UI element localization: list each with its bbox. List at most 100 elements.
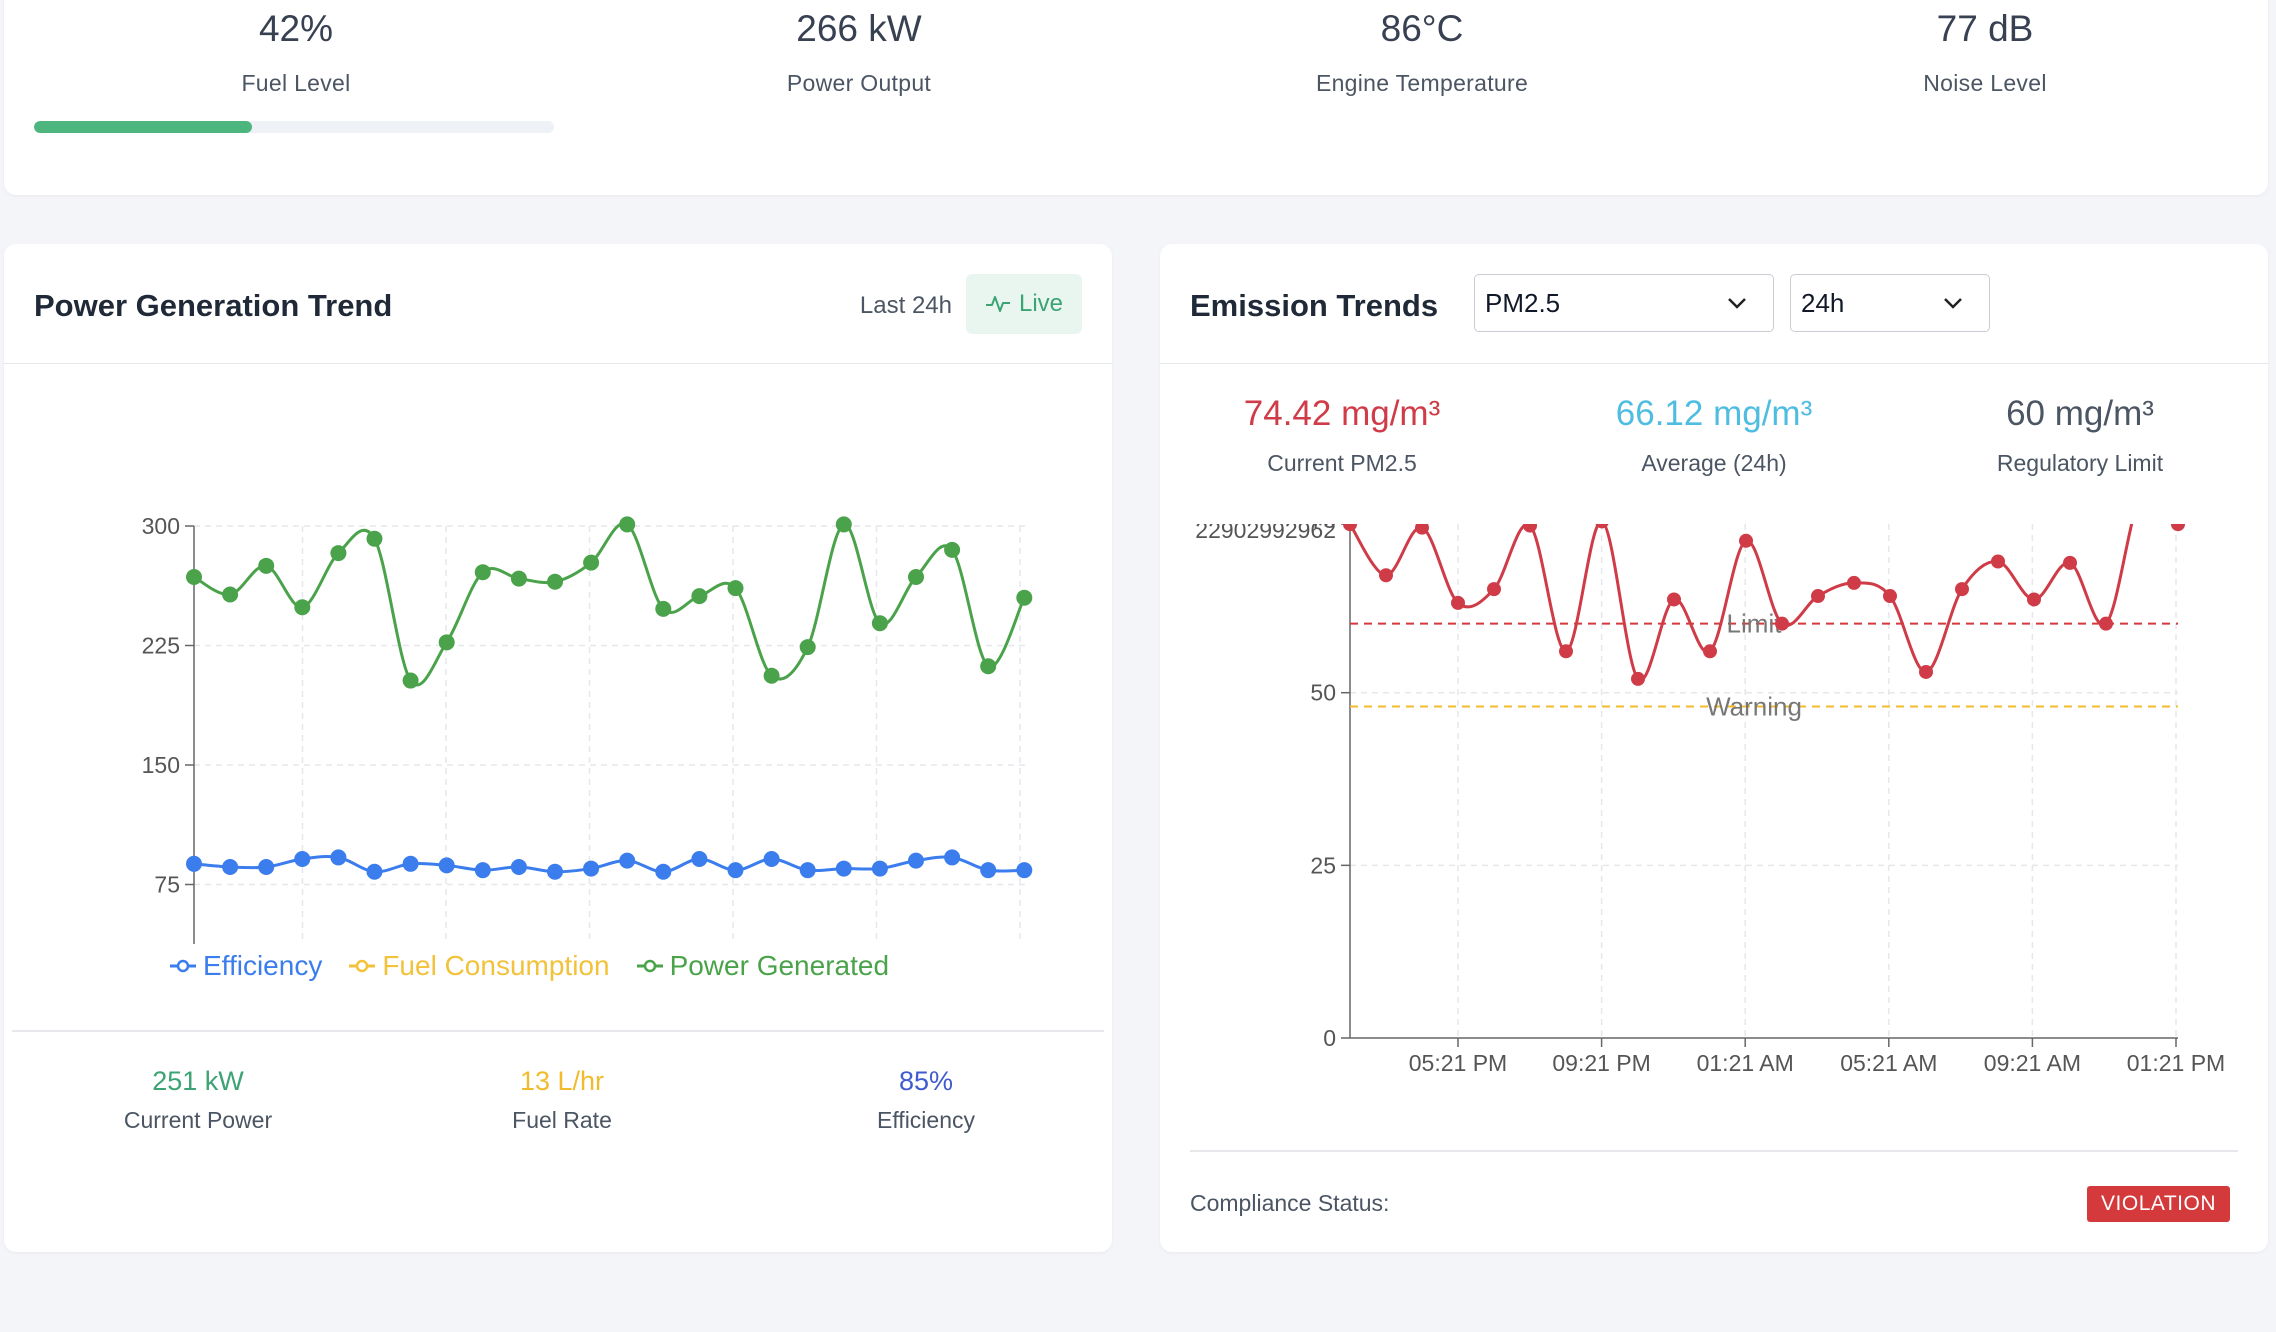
data-point [835, 860, 852, 877]
legend-item-power-generated[interactable]: Power Generated [636, 950, 889, 982]
data-point [1016, 589, 1033, 606]
data-point [402, 855, 419, 872]
data-point [1775, 616, 1789, 631]
time-window-select[interactable]: 24h [1790, 274, 1990, 332]
emission-card-header: Emission Trends PM2.5 24h [1160, 244, 2268, 364]
data-point [583, 554, 600, 571]
current-power-stat: 251 kW Current Power [48, 1066, 348, 1134]
data-point [655, 600, 672, 617]
y-tick-label: 75 [154, 872, 180, 898]
current-power-value: 251 kW [152, 1066, 244, 1096]
data-point [474, 862, 491, 879]
data-point [186, 855, 202, 872]
data-point [258, 858, 275, 875]
emission-trend-chart: 02550752290299296205:21 PM09:21 PM01:21 … [1195, 524, 2225, 1076]
activity-icon [985, 296, 1010, 312]
legend-marker-efficiency [170, 959, 196, 973]
x-tick-label: 05:21 AM [1840, 1050, 1937, 1076]
data-point [1487, 582, 1501, 597]
pollutant-select-value: PM2.5 [1485, 287, 1561, 318]
time-window-select-value: 24h [1801, 287, 1845, 318]
emission-card-divider [1190, 1150, 2238, 1152]
data-point [258, 557, 275, 574]
data-point [222, 586, 239, 603]
data-point [2027, 592, 2041, 607]
data-point [2171, 524, 2185, 532]
legend-marker-fuel-consumption [349, 959, 376, 973]
power-card-title: Power Generation Trend [34, 288, 393, 323]
average-pm25-label: Average (24h) [1641, 450, 1787, 476]
power-trend-chart: 07515022530005:21 PM09:21 PM01:21 AM05:2… [142, 513, 1033, 944]
engine-temperature-label: Engine Temperature [1315, 70, 1529, 96]
legend-label-power-generated: Power Generated [669, 950, 890, 981]
data-point [763, 851, 780, 868]
data-point [835, 516, 852, 533]
legend-item-efficiency[interactable]: Efficiency [169, 950, 322, 982]
data-point [1667, 592, 1681, 607]
data-point [1379, 568, 1393, 583]
average-pm25-value: 66.12 mg/m³ [1615, 394, 1813, 433]
noise-level-label: Noise Level [1923, 70, 2047, 96]
live-button[interactable]: Live [966, 274, 1082, 334]
series-line [193, 855, 1025, 874]
legend-item-fuel-consumption[interactable]: Fuel Consumption [348, 950, 610, 982]
emission-card-title: Emission Trends [1190, 288, 1439, 323]
data-point [691, 588, 708, 605]
kpi-fuel: 42% Fuel Level [16, 8, 576, 97]
current-pm25-stat: 74.42 mg/m³ Current PM2.5 [1182, 394, 1502, 477]
data-point [1451, 595, 1465, 610]
data-point [547, 573, 563, 590]
data-point [366, 530, 383, 547]
compliance-status-label: Compliance Status: [1190, 1190, 1390, 1216]
data-point [294, 851, 311, 868]
legend-label-fuel-consumption: Fuel Consumption [382, 950, 610, 981]
data-point [980, 862, 997, 879]
fuel-progress-bar [34, 121, 554, 133]
kpi-noise: 77 dB Noise Level [1705, 8, 2265, 97]
x-tick-label: 01:21 PM [2127, 1050, 2225, 1076]
data-point [1016, 862, 1033, 879]
noise-level-value: 77 dB [1936, 8, 2034, 49]
live-label: Live [1018, 290, 1064, 317]
data-point [547, 863, 563, 880]
efficiency-label: Efficiency [876, 1107, 975, 1133]
data-point [1811, 589, 1825, 604]
y-tick-label: 150 [142, 752, 180, 778]
fuel-progress-fill [34, 121, 253, 133]
data-point [799, 639, 816, 656]
pollutant-select[interactable]: PM2.5 [1474, 274, 1774, 332]
data-point [1703, 644, 1717, 659]
data-point [727, 580, 744, 597]
data-point [222, 858, 239, 875]
data-point [2099, 616, 2113, 631]
power-card-header: Power Generation Trend Last 24h Live [4, 244, 1112, 364]
data-point [1883, 589, 1897, 604]
current-power-label: Current Power [123, 1107, 273, 1133]
current-pm25-label: Current PM2.5 [1267, 450, 1417, 476]
series-line [1348, 524, 2179, 682]
data-point [474, 564, 491, 581]
legend-marker-power-generated [636, 959, 663, 973]
power-card-divider [12, 1030, 1104, 1032]
compliance-status-badge: VIOLATION [2087, 1186, 2230, 1222]
data-point [980, 658, 997, 675]
y-tick-label: 0 [1323, 1025, 1336, 1051]
chevron-down-icon [1728, 298, 1746, 309]
power-chart-legend: Efficiency Fuel Consumption Power Genera… [169, 950, 889, 982]
regulatory-limit-stat: 60 mg/m³ Regulatory Limit [1920, 394, 2240, 477]
engine-temperature-value: 86°C [1380, 8, 1464, 49]
data-point [1955, 582, 1969, 597]
fuel-level-label: Fuel Level [241, 70, 351, 96]
time-range-label: Last 24h [859, 292, 952, 319]
data-point [1919, 664, 1933, 679]
data-point [366, 863, 383, 880]
y-tick-label: 225 [142, 633, 180, 659]
data-point [619, 852, 636, 869]
power-generation-card: Power Generation Trend Last 24h Live 075… [4, 244, 1112, 1252]
average-pm25-stat: 66.12 mg/m³ Average (24h) [1554, 394, 1874, 477]
y-tick-label: 25 [1310, 852, 1336, 878]
chevron-down-icon [1944, 298, 1962, 309]
threshold-label: Warning [1706, 692, 1802, 722]
data-point [1739, 533, 1753, 548]
data-point [294, 599, 311, 616]
